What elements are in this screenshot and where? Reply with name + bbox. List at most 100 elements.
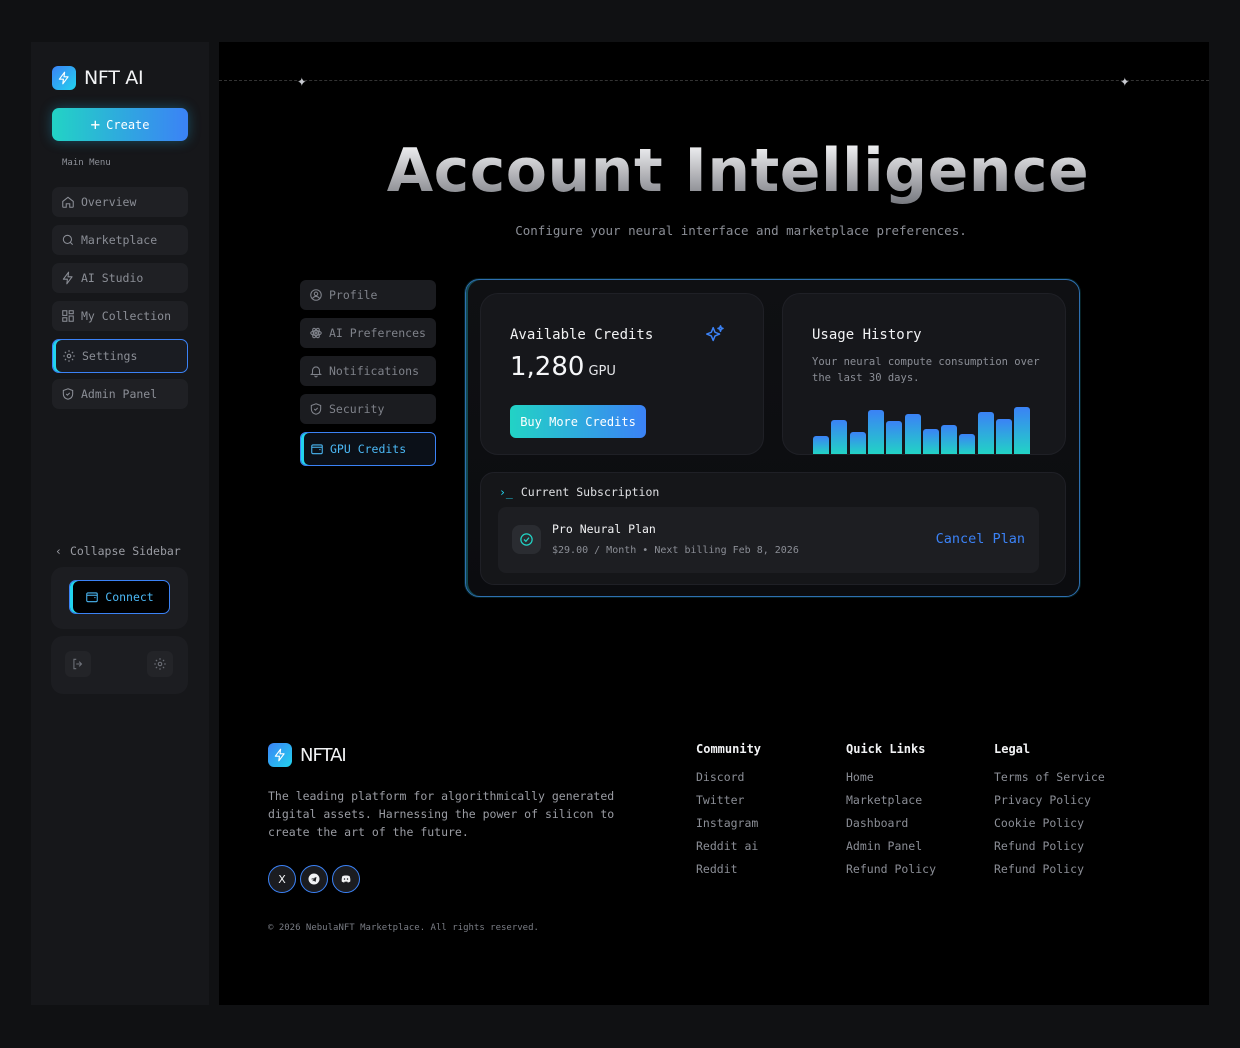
utility-card [51, 636, 188, 694]
gpu-credits-panel: Available Credits 1,280 GPU Buy More Cre… [465, 279, 1080, 597]
usage-bar [959, 434, 976, 454]
tab-label: Notifications [329, 364, 420, 378]
gear-icon [154, 658, 166, 670]
connect-button-label: Connect [105, 590, 154, 604]
usage-bar [941, 425, 958, 454]
buy-more-credits-button[interactable]: Buy More Credits [510, 405, 646, 438]
main-nav: Overview Marketplace AI Studio My Collec… [52, 187, 188, 417]
footer-link[interactable]: Home [846, 769, 936, 785]
telegram-icon[interactable] [300, 865, 328, 893]
logout-icon [73, 658, 83, 670]
sidebar: NFT AI + Create Main Menu Overview Marke… [31, 42, 209, 1005]
footer-link[interactable]: Refund Policy [846, 861, 936, 877]
footer-column-legal: Legal Terms of Service Privacy Policy Co… [994, 742, 1105, 884]
usage-description: Your neural compute consumption over the… [812, 356, 1040, 384]
sidebar-item-overview[interactable]: Overview [52, 187, 188, 217]
plan-row: Pro Neural Plan $29.00 / Month • Next bi… [498, 507, 1039, 573]
sidebar-item-label: Marketplace [81, 233, 158, 247]
footer-link[interactable]: Dashboard [846, 815, 936, 831]
sidebar-item-my-collection[interactable]: My Collection [52, 301, 188, 331]
bolt-icon [62, 271, 73, 285]
gear-icon [63, 350, 75, 362]
page-title: Account Intelligence [219, 136, 1209, 206]
settings-button[interactable] [147, 651, 173, 677]
check-circle-icon [512, 525, 541, 554]
main-menu-label: Main Menu [62, 158, 111, 168]
footer-column-community: Community Discord Twitter Instagram Redd… [696, 742, 761, 884]
connect-card: Connect [51, 567, 188, 629]
plan-billing-info: $29.00 / Month • Next billing Feb 8, 202… [552, 545, 799, 556]
tab-ai-preferences[interactable]: AI Preferences [300, 318, 436, 348]
available-credits-card: Available Credits 1,280 GPU Buy More Cre… [480, 293, 764, 455]
footer-column-title: Legal [994, 742, 1031, 756]
cancel-plan-link[interactable]: Cancel Plan [936, 531, 1025, 547]
collapse-sidebar-label: Collapse Sidebar [69, 544, 181, 558]
usage-bar [922, 429, 939, 454]
collapse-sidebar-button[interactable]: ‹ Collapse Sidebar [55, 544, 181, 558]
subscription-title: Current Subscription [520, 485, 660, 499]
bell-icon [310, 366, 322, 378]
footer-brand[interactable]: NFTAI [268, 743, 347, 767]
footer-link[interactable]: Reddit [696, 861, 761, 877]
footer-column-title: Quick Links [846, 742, 926, 756]
logo-bolt-icon [52, 66, 76, 90]
terminal-icon: ›_ [499, 485, 513, 499]
footer-column-quick-links: Quick Links Home Marketplace Dashboard A… [846, 742, 936, 884]
x-icon[interactable]: X [268, 865, 296, 893]
usage-bar [831, 420, 848, 454]
logout-button[interactable] [65, 651, 91, 677]
credits-balance: 1,280 GPU [510, 352, 616, 382]
create-button[interactable]: + Create [52, 108, 188, 141]
tab-security[interactable]: Security [300, 394, 436, 424]
footer-link[interactable]: Instagram [696, 815, 761, 831]
shield-icon [310, 403, 322, 415]
usage-bar [867, 410, 884, 454]
usage-title: Usage History [812, 327, 922, 343]
footer-link[interactable]: Discord [696, 769, 761, 785]
tab-notifications[interactable]: Notifications [300, 356, 436, 386]
tab-label: Profile [329, 288, 378, 302]
shield-icon [62, 388, 74, 400]
footer-link[interactable]: Cookie Policy [994, 815, 1105, 831]
footer-link[interactable]: Twitter [696, 792, 761, 808]
footer-column-title: Community [696, 742, 762, 756]
tab-label: AI Preferences [329, 326, 426, 340]
brand[interactable]: NFT AI [52, 66, 144, 90]
header-divider [219, 80, 1209, 81]
wallet-icon [86, 592, 99, 603]
sparkles-icon [706, 325, 724, 342]
sidebar-item-label: AI Studio [81, 271, 144, 285]
footer-link[interactable]: Refund Policy [994, 838, 1105, 854]
footer-link[interactable]: Terms of Service [994, 769, 1105, 785]
tab-label: GPU Credits [330, 442, 407, 456]
usage-bar [996, 419, 1012, 454]
grid-icon [62, 310, 74, 322]
plus-icon: + [90, 114, 101, 134]
atom-icon [310, 327, 322, 339]
sidebar-item-label: My Collection [81, 309, 172, 323]
sidebar-item-admin-panel[interactable]: Admin Panel [52, 379, 188, 409]
footer-link[interactable]: Marketplace [846, 792, 936, 808]
plan-name: Pro Neural Plan [552, 522, 656, 536]
discord-icon[interactable] [332, 865, 360, 893]
footer-link[interactable]: Reddit ai [696, 838, 761, 854]
footer-link[interactable]: Admin Panel [846, 838, 936, 854]
connect-button[interactable]: Connect [69, 580, 170, 614]
footer-description: The leading platform for algorithmically… [268, 789, 615, 839]
subscription-card: ›_ Current Subscription Pro Neural Plan … [480, 472, 1066, 585]
subscription-header: ›_ Current Subscription [499, 485, 659, 499]
sidebar-item-ai-studio[interactable]: AI Studio [52, 263, 188, 293]
search-icon [62, 234, 74, 246]
sidebar-item-settings[interactable]: Settings [52, 339, 188, 373]
usage-history-card: Usage History Your neural compute consum… [782, 293, 1066, 455]
footer-link[interactable]: Refund Policy [994, 861, 1105, 877]
sidebar-item-marketplace[interactable]: Marketplace [52, 225, 188, 255]
sparkle-icon: ✦ [297, 71, 307, 90]
main-content: ✦ ✦ Account Intelligence Configure your … [219, 42, 1209, 1005]
tab-profile[interactable]: Profile [300, 280, 436, 310]
sidebar-item-label: Overview [81, 195, 137, 209]
tab-gpu-credits[interactable]: GPU Credits [300, 432, 436, 466]
usage-bar [813, 436, 829, 454]
footer-link[interactable]: Privacy Policy [994, 792, 1105, 808]
brand-name: NFT AI [84, 67, 144, 89]
